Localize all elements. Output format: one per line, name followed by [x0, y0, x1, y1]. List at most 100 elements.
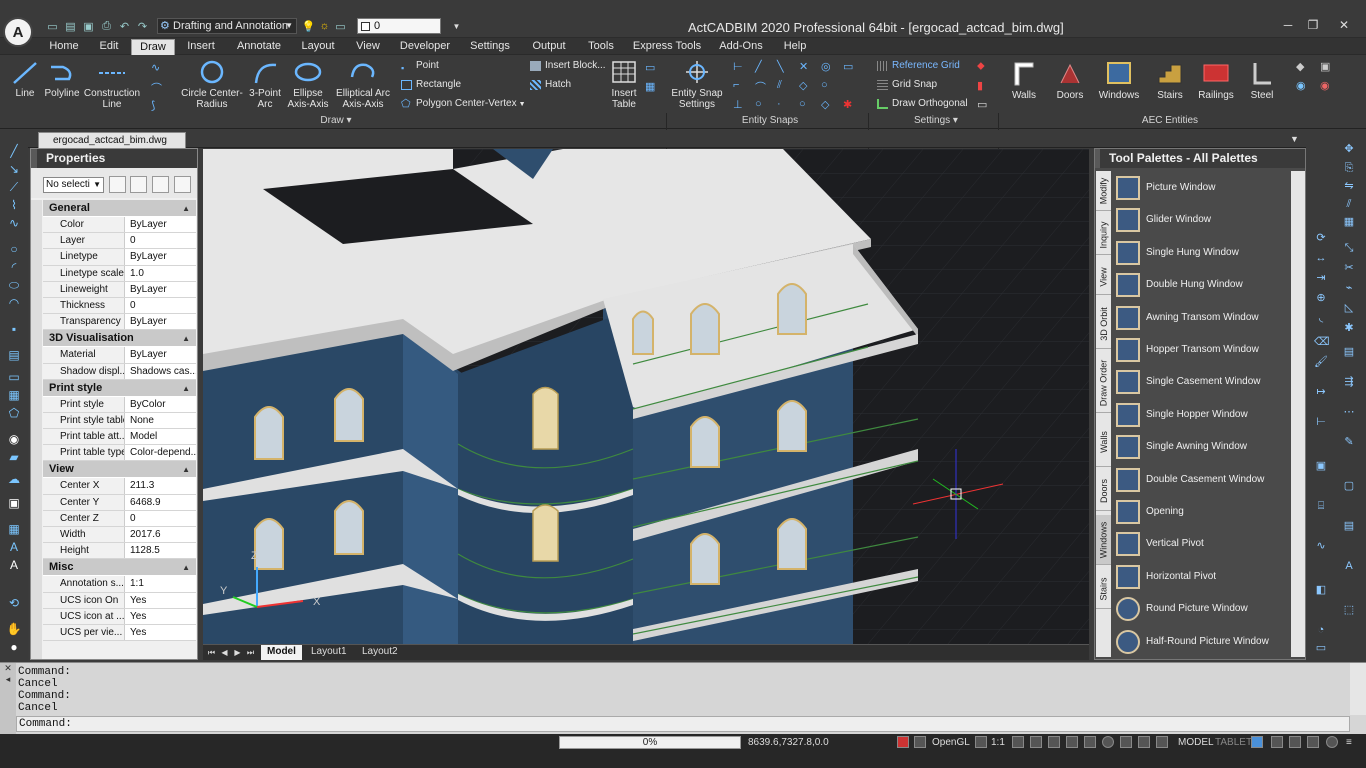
layer-sun-icon[interactable]: ☼	[316, 18, 333, 34]
grid-settings-icon[interactable]: ⬥	[977, 60, 991, 73]
polygon-tool-icon[interactable]: ⬠	[6, 406, 22, 420]
modify-measure-icon[interactable]: ⊢	[1314, 416, 1328, 429]
modify-stretch-icon[interactable]: ↔	[1314, 252, 1328, 265]
command-window-grip[interactable]: ✕ ◂	[0, 663, 16, 735]
tab-settings[interactable]: Settings	[466, 39, 514, 55]
region-tool-icon[interactable]: ▦	[6, 388, 22, 402]
steel-button[interactable]: Steel	[1244, 59, 1280, 101]
property-value[interactable]: 1.0	[126, 266, 196, 281]
property-value[interactable]: ByLayer	[126, 314, 196, 329]
tab-add-ons[interactable]: Add-Ons	[714, 39, 768, 55]
palette-item[interactable]: Picture Window	[1114, 173, 1289, 203]
aec-extra-1-icon[interactable]: ◆	[1296, 60, 1310, 73]
xline-tool-icon[interactable]: ⟋	[6, 180, 22, 194]
snap-node-icon[interactable]: ○	[821, 79, 835, 92]
polyline-tool-icon[interactable]: ⌇	[6, 198, 22, 212]
tab-help[interactable]: Help	[780, 39, 810, 55]
ray-tool-icon[interactable]: ↘	[6, 162, 22, 176]
snap-parallel-icon[interactable]: ⫽	[777, 79, 791, 92]
property-row[interactable]: Linetype ByLayer	[43, 249, 196, 266]
property-value[interactable]: ByLayer	[126, 347, 196, 362]
tab-layout[interactable]: Layout	[298, 39, 338, 55]
document-tab[interactable]: ergocad_actcad_bim.dwg	[38, 132, 186, 148]
toggle-pickadd-icon[interactable]	[109, 176, 126, 193]
quick-properties-icon[interactable]	[1156, 736, 1168, 748]
property-value[interactable]: None	[126, 413, 196, 428]
building-model-scene[interactable]: Z X Y	[203, 149, 1089, 644]
palette-tab[interactable]: View	[1096, 259, 1111, 295]
wipeout-tool-icon[interactable]: ▰	[6, 450, 22, 464]
grid-mode-icon[interactable]	[1030, 736, 1042, 748]
modify-textedit-icon[interactable]: A	[1342, 560, 1356, 573]
snap-extension-icon[interactable]: ▭	[843, 60, 857, 73]
rectangle-button[interactable]: Rectangle	[401, 78, 461, 92]
palette-item[interactable]: Opening	[1114, 497, 1289, 527]
properties-scrollbar[interactable]	[31, 200, 42, 659]
hatch-tool-icon[interactable]: ▤	[6, 348, 22, 362]
snap-endpoint-icon[interactable]: ⊢	[733, 60, 747, 73]
line-tool-icon[interactable]: ╱	[6, 144, 22, 158]
modify-hatchedit-icon[interactable]: ▤	[1342, 520, 1356, 533]
orbit-tool-icon[interactable]: ⟲	[6, 596, 22, 610]
property-value[interactable]: Shadows cas...	[126, 364, 196, 379]
print-icon[interactable]: ⎙	[98, 18, 115, 34]
property-value[interactable]: Yes	[126, 625, 196, 640]
annotation-visibility-icon[interactable]	[897, 736, 909, 748]
layer-dropdown[interactable]: 0	[357, 18, 441, 34]
rectangle-tool-icon[interactable]: ▭	[6, 370, 22, 384]
settings-group-label[interactable]: Settings ▾	[896, 115, 976, 126]
property-row[interactable]: UCS icon On Yes	[43, 592, 196, 609]
palette-item[interactable]: Round Picture Window	[1114, 594, 1289, 624]
tab-home[interactable]: Home	[44, 39, 84, 55]
tab-output[interactable]: Output	[526, 39, 572, 55]
snap-perpendicular-icon[interactable]: ⌐	[733, 79, 747, 92]
property-value[interactable]: 2017.6	[126, 527, 196, 542]
arc-tool-icon[interactable]: ⌒	[151, 80, 165, 95]
palette-tab[interactable]: Stairs	[1096, 569, 1111, 609]
circle-tool-icon[interactable]: ○	[6, 242, 22, 256]
properties-settings-icon[interactable]	[174, 176, 191, 193]
snap-tracking-icon[interactable]	[1102, 736, 1114, 748]
property-value[interactable]: 6468.9	[126, 495, 196, 510]
property-row[interactable]: Center X 211.3	[43, 478, 196, 495]
ortho-mode-icon[interactable]	[1048, 736, 1060, 748]
tablet-mode-toggle[interactable]: TABLET	[1215, 737, 1252, 748]
modify-erase-icon[interactable]: ⌫	[1314, 336, 1330, 349]
text-tool-icon[interactable]: A	[6, 558, 22, 572]
property-row[interactable]: Center Y 6468.9	[43, 494, 196, 511]
property-section-header[interactable]: Print style ▲	[43, 379, 196, 397]
property-row[interactable]: UCS icon at ... Yes	[43, 608, 196, 625]
property-section-header[interactable]: 3D Visualisation ▲	[43, 330, 196, 348]
prev-layout-icon[interactable]: ◀	[219, 647, 230, 658]
tab-draw[interactable]: Draw	[131, 39, 175, 55]
first-layout-icon[interactable]: ⏮	[206, 647, 217, 658]
block-tool-icon[interactable]: ▣	[6, 496, 22, 510]
command-input[interactable]: Command:	[16, 716, 1350, 732]
insert-table-button[interactable]: Insert Table	[608, 59, 640, 110]
palette-item[interactable]: Single Awning Window	[1114, 432, 1289, 462]
entity-snap-settings-button[interactable]: Entity Snap Settings	[668, 59, 726, 110]
property-value[interactable]: Color-depend...	[126, 445, 196, 460]
workspace-dropdown[interactable]: ⚙ Drafting and Annotation ▼	[157, 18, 297, 34]
modify-mirror-icon[interactable]: ⇋	[1342, 180, 1356, 193]
modify-divide-icon[interactable]: ⋯	[1342, 406, 1356, 419]
palette-item[interactable]: Hopper Transom Window	[1114, 335, 1289, 365]
layer-lock-icon[interactable]: ▭	[332, 18, 349, 34]
elliptical-arc-button[interactable]: Elliptical Arc Axis-Axis	[334, 59, 392, 110]
windows-button[interactable]: Windows	[1096, 59, 1142, 101]
modify-scale-icon[interactable]: ⤡	[1342, 242, 1356, 255]
restore-button[interactable]: ❐	[1303, 18, 1323, 32]
modify-fillet-icon[interactable]: ◟	[1314, 312, 1328, 325]
open-folder-icon[interactable]: ▤	[62, 18, 79, 34]
drawing-viewport[interactable]: Z X Y	[203, 149, 1089, 644]
property-value[interactable]: Yes	[126, 609, 196, 624]
snap-tangent-icon[interactable]: ⌒	[755, 79, 769, 94]
app-logo[interactable]: A	[3, 17, 33, 47]
palette-tab[interactable]: Windows	[1096, 515, 1111, 565]
modify-offset-icon[interactable]: ⫽	[1342, 198, 1356, 211]
ellipse-tool-icon[interactable]: ⬭	[6, 278, 22, 292]
property-value[interactable]: 0	[126, 511, 196, 526]
new-file-icon[interactable]: ▭	[44, 18, 61, 34]
modify-splinedit-icon[interactable]: ∿	[1314, 540, 1328, 553]
modify-3dalign-icon[interactable]: ▭	[1314, 642, 1328, 655]
